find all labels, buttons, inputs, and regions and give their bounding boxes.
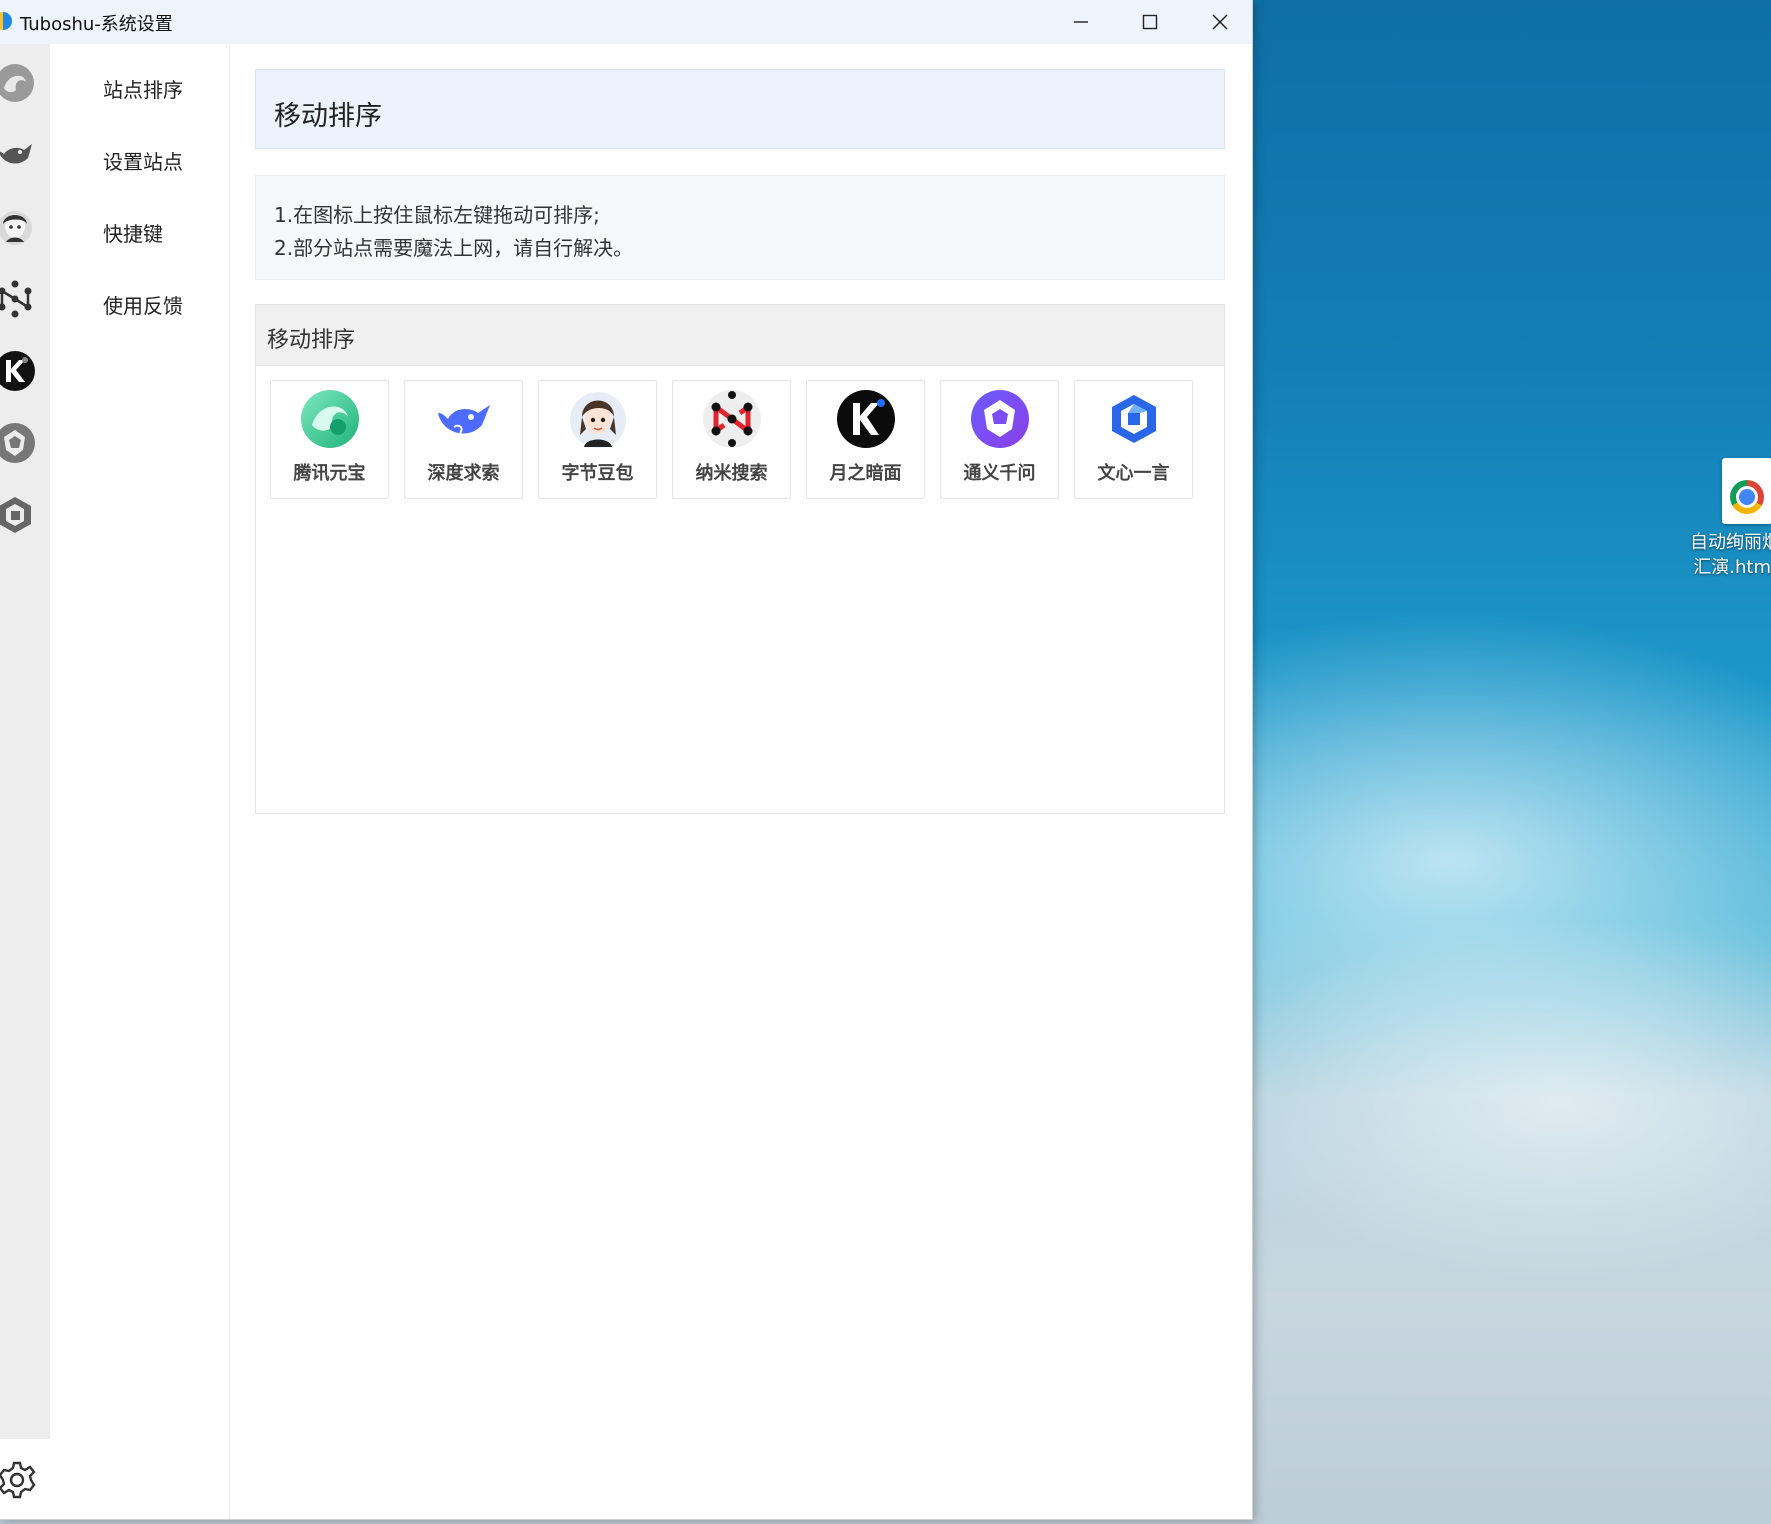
sort-panel: 移动排序 腾讯元宝 深度求索 字节豆包 纳米搜索 月之暗面 通义千问 文心一言 [255,304,1225,814]
page-title: 移动排序 [274,101,382,132]
site-tile-label: 深度求索 [427,463,500,484]
site-tile-nami[interactable]: 纳米搜索 [672,380,791,499]
rail-wenxin-icon[interactable] [0,494,36,536]
rail-bottom [0,1439,50,1519]
settings-nav: 站点排序 设置站点 快捷键 使用反馈 [50,44,230,1519]
desktop-file-label-line2: 汇演.htm [1693,557,1771,578]
site-icon-rail [0,44,50,1439]
close-button[interactable] [1185,0,1255,44]
rail-kimi-icon[interactable] [0,350,36,392]
instructions-card: 1.在图标上按住鼠标左键拖动可排序; 2.部分站点需要魔法上网，请自行解决。 [255,175,1225,280]
kimi-icon [837,390,895,448]
instruction-line-1: 1.在图标上按住鼠标左键拖动可排序; [274,203,600,227]
site-tile-label: 通义千问 [963,463,1036,484]
maximize-button[interactable] [1115,0,1185,44]
minimize-icon [1074,21,1088,23]
settings-window: Tuboshu-系统设置 站点排序 设置站点 快捷键 使用反馈 移动排序 1.在… [0,0,1253,1520]
site-tile-kimi[interactable]: 月之暗面 [806,380,925,499]
html-file-icon [1722,458,1771,524]
minimize-button[interactable] [1046,0,1116,44]
site-tile-label: 纳米搜索 [695,463,768,484]
site-tile-doubao[interactable]: 字节豆包 [538,380,657,499]
rail-doubao-icon[interactable] [0,206,36,248]
wenxin-icon [1112,395,1156,443]
sort-panel-title: 移动排序 [267,328,356,353]
site-tile-label: 腾讯元宝 [293,463,366,484]
maximize-icon [1142,14,1158,30]
site-tile-deepseek[interactable]: 深度求索 [404,380,523,499]
nav-item-feedback[interactable]: 使用反馈 [103,290,183,319]
close-icon [1212,14,1228,30]
app-icon [0,12,12,30]
nav-item-site-order[interactable]: 站点排序 [103,74,183,103]
yuanbao-icon [301,390,359,448]
gear-icon[interactable] [0,1459,38,1501]
site-tile-wenxin[interactable]: 文心一言 [1074,380,1193,499]
rail-tongyi-icon[interactable] [0,422,36,464]
site-tile-label: 文心一言 [1097,463,1170,484]
chrome-icon [1730,480,1764,514]
site-tile-label: 字节豆包 [561,463,634,484]
rail-deepseek-icon[interactable] [0,134,36,176]
rail-yuanbao-icon[interactable] [0,62,36,104]
page-header: 移动排序 [255,69,1225,149]
nav-item-set-sites[interactable]: 设置站点 [103,146,183,175]
window-title: Tuboshu-系统设置 [20,14,173,35]
desktop-file-label-line1: 自动绚丽烟 [1690,532,1771,553]
desktop-file-icon[interactable]: 自动绚丽烟 汇演.htm [1690,458,1771,580]
rail-nami-icon[interactable] [0,278,36,320]
site-tile-label: 月之暗面 [829,463,902,484]
site-tile-tongyi[interactable]: 通义千问 [940,380,1059,499]
tongyi-icon [971,390,1029,448]
sort-panel-header: 移动排序 [256,305,1224,366]
title-bar[interactable]: Tuboshu-系统设置 [0,0,1252,44]
doubao-icon [570,392,626,448]
site-tile-yuanbao[interactable]: 腾讯元宝 [270,380,389,499]
nami-icon [703,390,761,448]
instruction-line-2: 2.部分站点需要魔法上网，请自行解决。 [274,236,634,260]
nav-item-shortcuts[interactable]: 快捷键 [103,218,163,247]
deepseek-icon [438,405,490,434]
